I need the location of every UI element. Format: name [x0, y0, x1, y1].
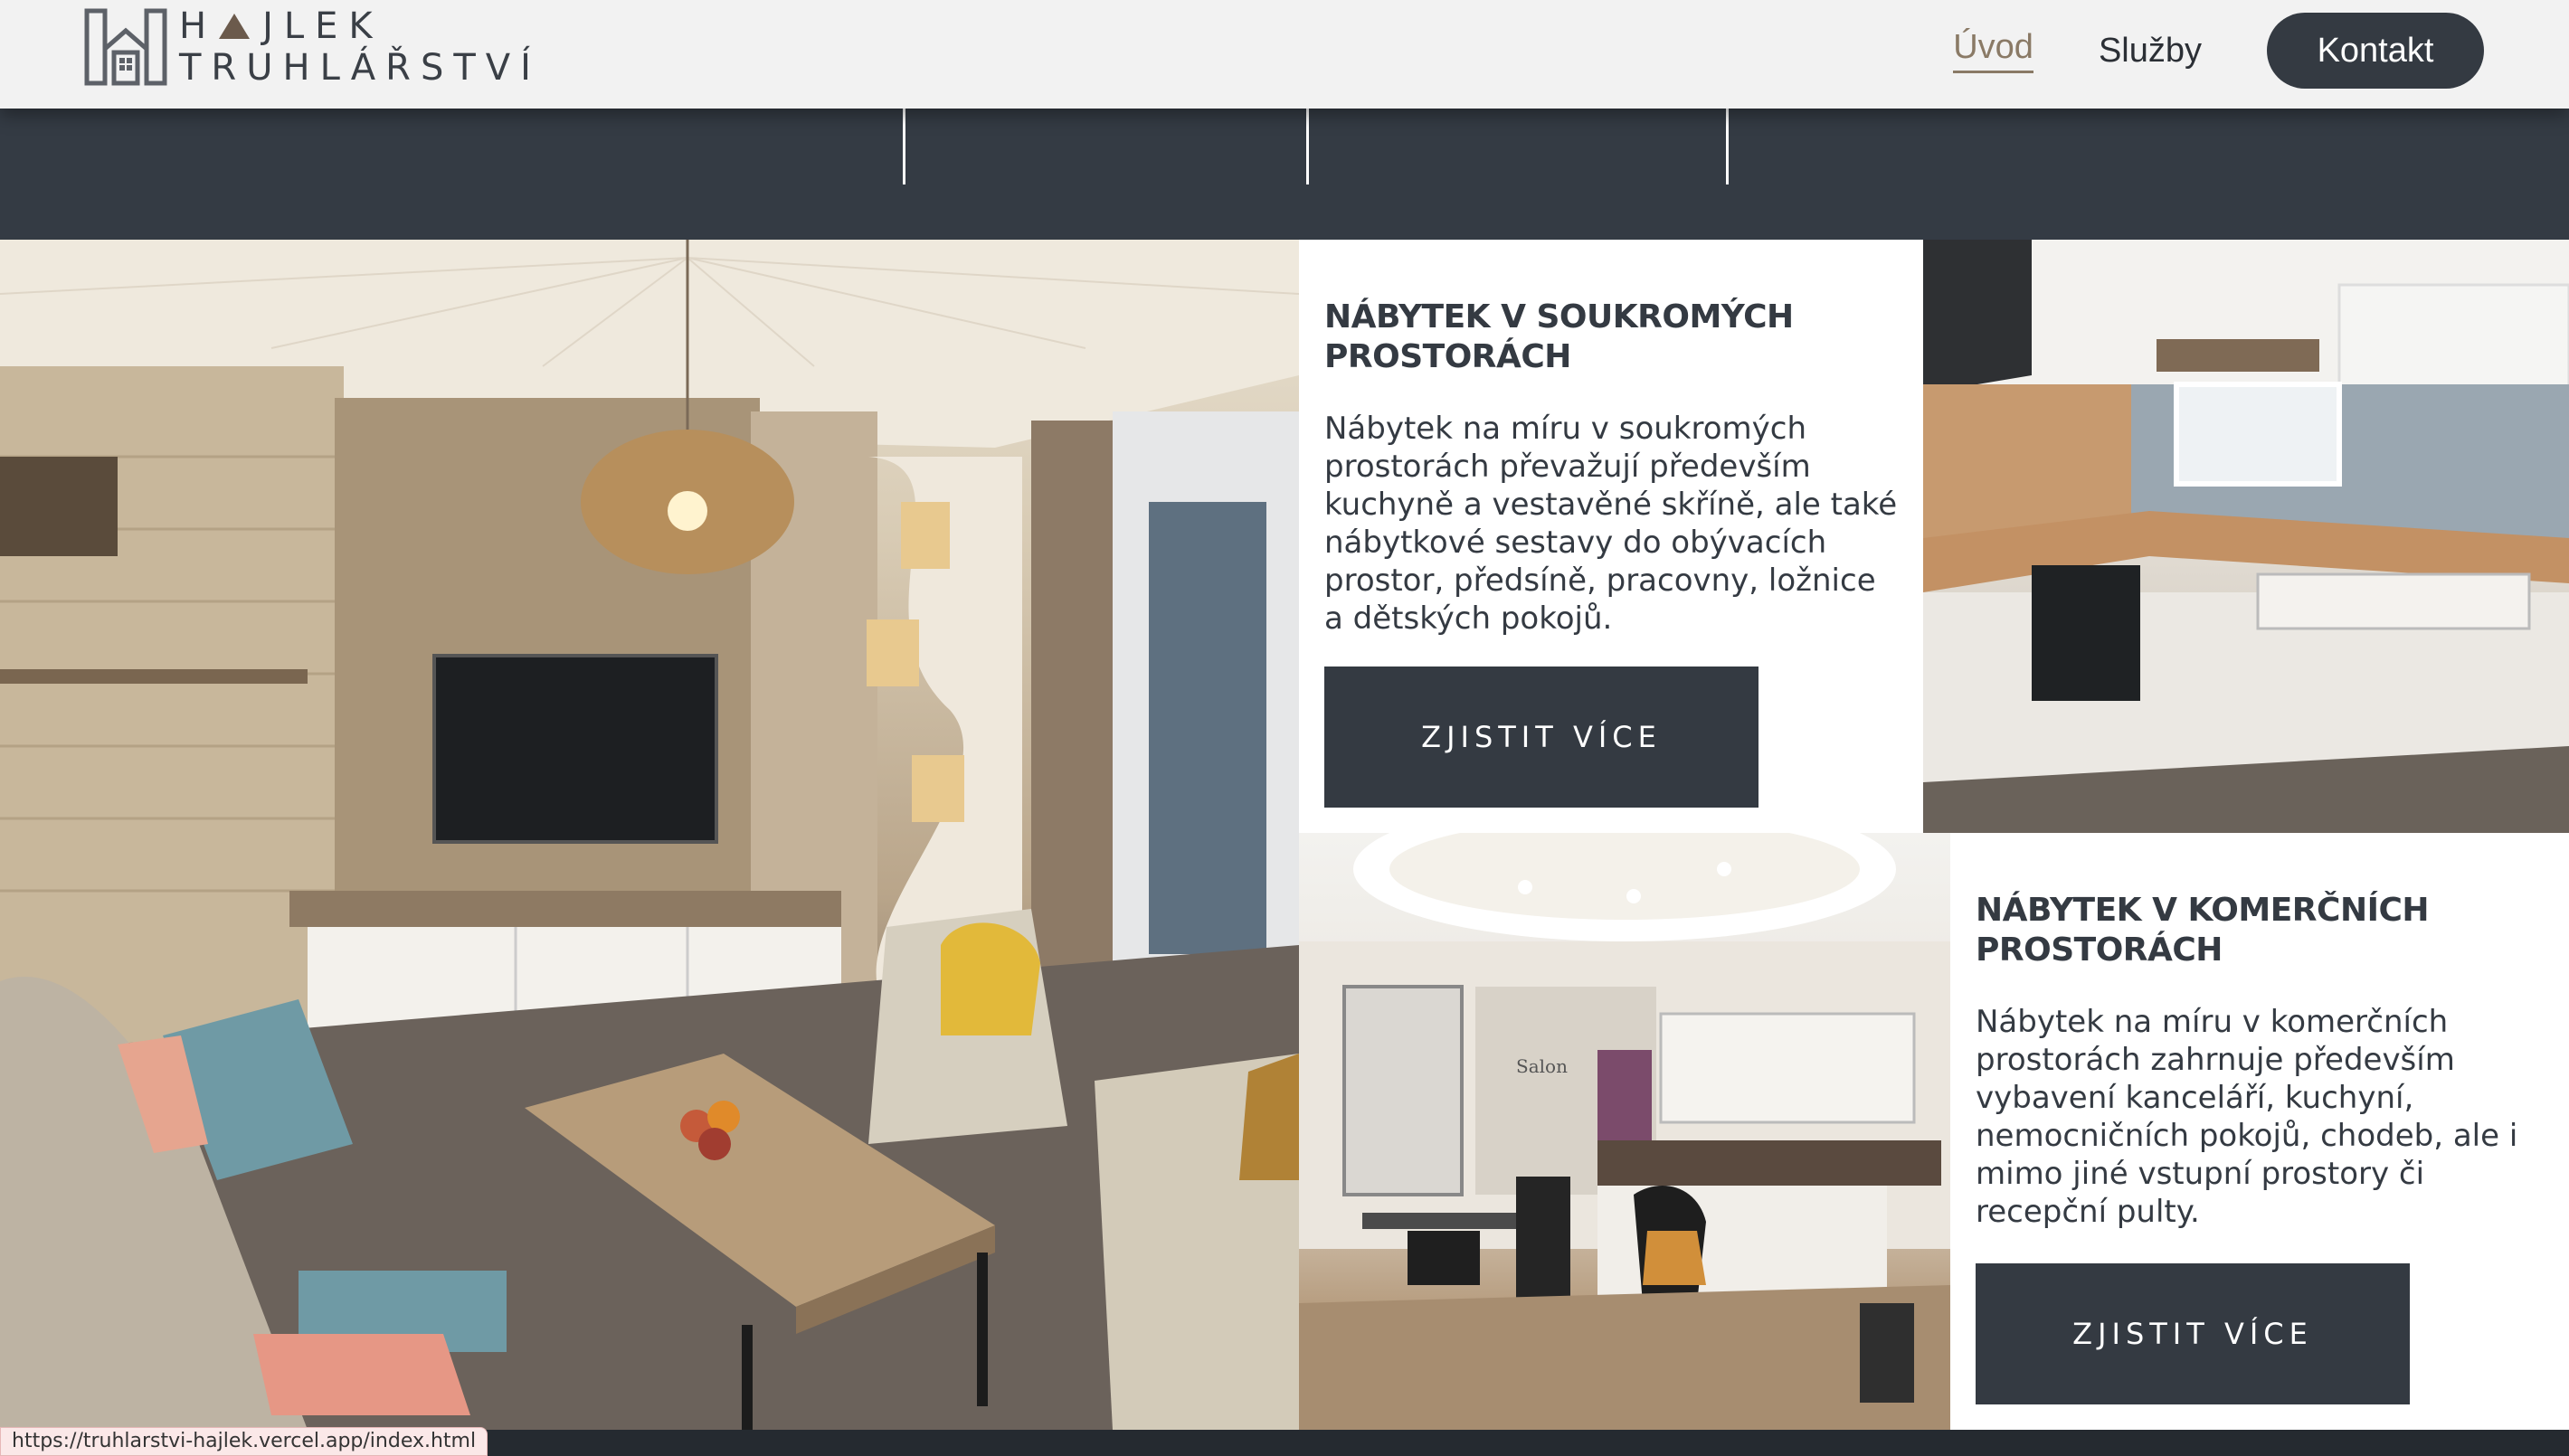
brand-name-rest: JLEK [262, 5, 384, 47]
commercial-section-title: NÁBYTEK V KOMERČNÍCH PROSTORÁCH [1976, 892, 2430, 969]
brand-subtitle: TRUHLÁŘSTVÍ [179, 47, 541, 89]
commercial-furniture-section: NÁBYTEK V KOMERČNÍCH PROSTORÁCH Nábytek … [1950, 833, 2569, 1430]
private-section-text: Nábytek na míru v soukromých prostorách … [1324, 411, 1898, 637]
logo[interactable]: H JLEK TRUHLÁŘSTVÍ [83, 5, 541, 89]
nav-link-uvod[interactable]: Úvod [1953, 28, 2033, 73]
salon-illustration: Salon [1299, 833, 1950, 1430]
status-bar-url: https://truhlarstvi-hajlek.vercel.app/in… [0, 1427, 488, 1456]
hero-band [0, 109, 2569, 240]
salon-photo: Salon [1299, 833, 1950, 1430]
living-room-photo [0, 240, 1299, 1430]
private-learn-more-button[interactable]: ZJISTIT VÍCE [1324, 667, 1758, 808]
private-section-title: NÁBYTEK V SOUKROMÝCH PROSTORÁCH [1324, 298, 1794, 375]
nav-link-sluzby[interactable]: Služby [2099, 32, 2202, 71]
triangle-icon [219, 14, 251, 39]
commercial-learn-more-button[interactable]: ZJISTIT VÍCE [1976, 1263, 2410, 1404]
living-room-illustration [0, 240, 1299, 1430]
main-nav: Úvod Služby Kontakt [1953, 13, 2484, 89]
private-furniture-section: NÁBYTEK V SOUKROMÝCH PROSTORÁCH Nábytek … [1299, 240, 1923, 833]
kitchen-illustration [1923, 240, 2569, 833]
salon-sign-text: Salon [1516, 1055, 1568, 1077]
contact-button[interactable]: Kontakt [2267, 13, 2484, 89]
commercial-section-text: Nábytek na míru v komerčních prostorách … [1976, 1004, 2518, 1230]
brand-name-h: H [179, 5, 218, 47]
site-header: H JLEK TRUHLÁŘSTVÍ Úvod Služby Kontakt [0, 0, 2569, 109]
house-logo-icon [84, 8, 167, 86]
kitchen-photo [1923, 240, 2569, 833]
brand-name: H JLEK TRUHLÁŘSTVÍ [179, 5, 541, 89]
